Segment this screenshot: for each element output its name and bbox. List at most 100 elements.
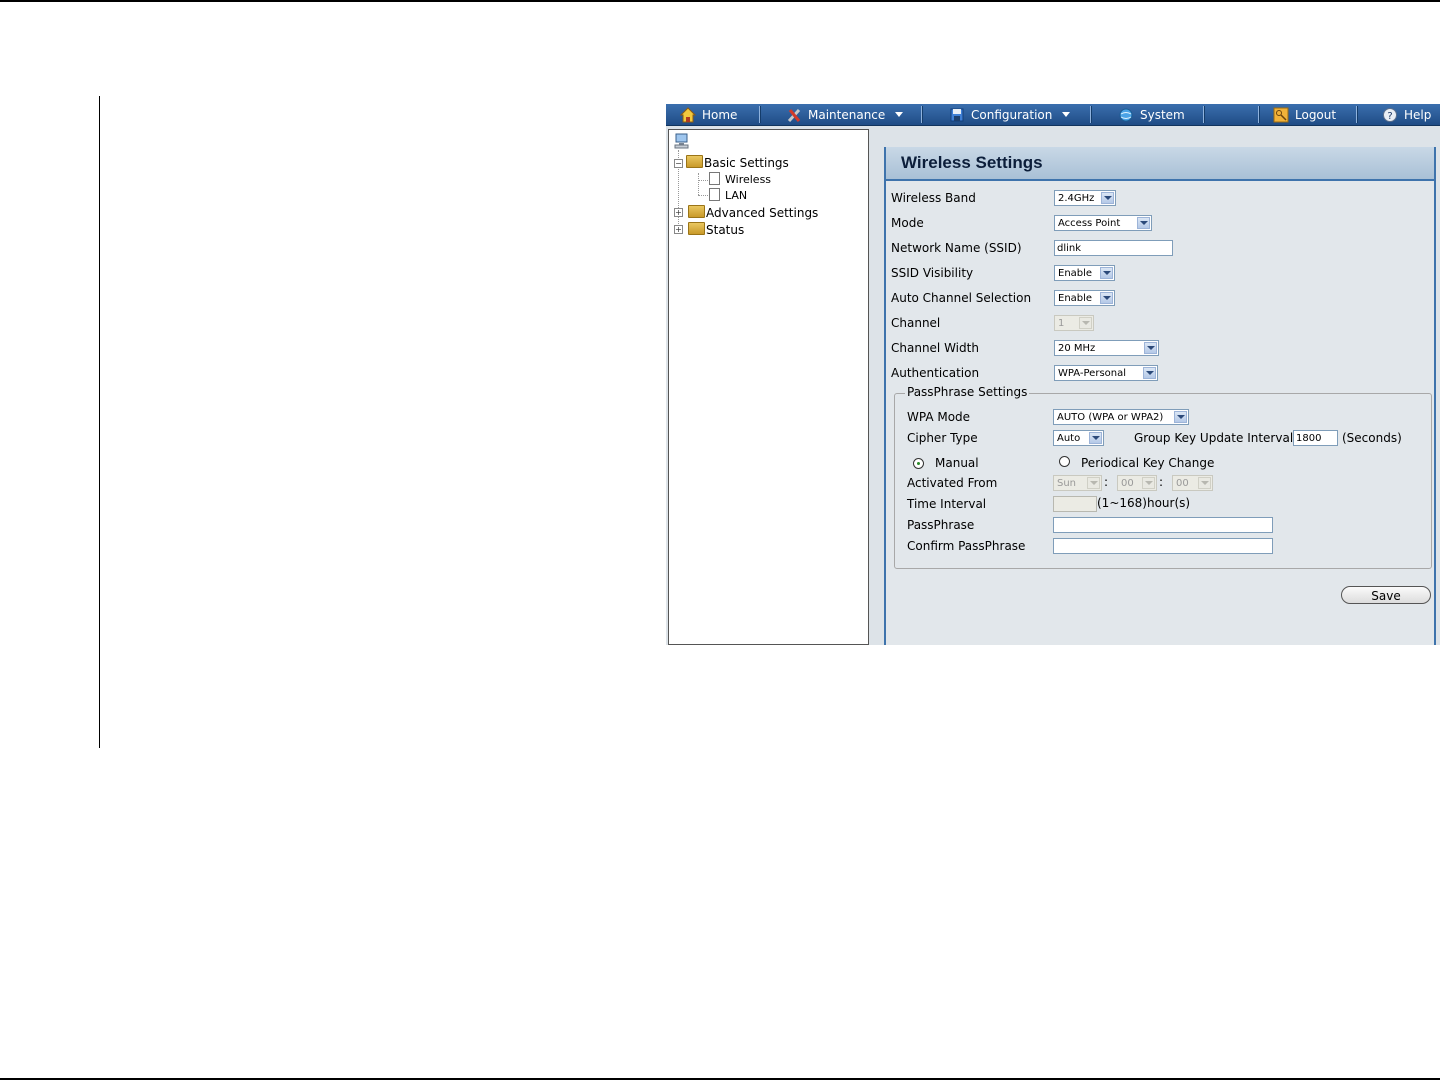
tree-item-advanced-settings-label: Advanced Settings: [706, 206, 819, 220]
chevron-down-icon: [1062, 112, 1071, 117]
menu-help-label: Help: [1404, 107, 1432, 122]
page-bottom-rule: [0, 1078, 1440, 1080]
folder-icon: [688, 205, 705, 218]
save-disk-icon: [949, 107, 965, 123]
group-key-input[interactable]: 1800: [1293, 430, 1338, 446]
expand-toggle[interactable]: +: [674, 225, 683, 234]
chevron-down-icon: [1137, 217, 1150, 229]
passphrase-settings-legend: PassPhrase Settings: [905, 385, 1030, 399]
group-key-unit: (Seconds): [1342, 431, 1402, 445]
folder-icon: [686, 155, 703, 168]
tree-item-lan-label: LAN: [725, 189, 748, 202]
wpa-mode-value: AUTO (WPA or WPA2): [1057, 412, 1164, 423]
channel-value: 1: [1058, 318, 1065, 329]
passphrase-input[interactable]: [1053, 517, 1273, 533]
svg-text:?: ?: [1387, 111, 1392, 122]
activated-minute-select: 00: [1172, 475, 1213, 491]
activated-minute-value: 00: [1176, 478, 1189, 489]
manual-label: Manual: [935, 456, 979, 470]
page-title: Wireless Settings: [901, 153, 1043, 172]
key-icon: [1273, 107, 1289, 123]
tree-line: [698, 195, 708, 196]
ssid-visibility-select[interactable]: Enable: [1054, 265, 1115, 281]
group-key-value: 1800: [1296, 433, 1322, 444]
authentication-label: Authentication: [891, 366, 980, 380]
menu-maintenance-label: Maintenance: [808, 107, 886, 122]
tools-icon: [786, 107, 802, 123]
mode-value: Access Point: [1058, 218, 1121, 229]
time-interval-label: Time Interval: [907, 497, 987, 511]
menu-system[interactable]: System: [1118, 104, 1185, 125]
activated-from-label: Activated From: [907, 476, 998, 490]
periodical-radio[interactable]: [1059, 456, 1070, 467]
tree-item-basic-settings[interactable]: Basic Settings: [686, 155, 789, 170]
folder-icon: [688, 222, 705, 235]
wpa-mode-label: WPA Mode: [907, 410, 971, 424]
ssid-visibility-label: SSID Visibility: [891, 266, 974, 280]
menu-configuration[interactable]: Configuration: [949, 104, 1071, 125]
time-interval-input: [1053, 496, 1097, 512]
menu-home-label: Home: [702, 107, 738, 122]
cipher-type-select[interactable]: Auto: [1053, 430, 1104, 446]
menu-divider: [759, 106, 761, 123]
activated-day-value: Sun: [1057, 478, 1077, 489]
menu-configuration-label: Configuration: [971, 107, 1053, 122]
menu-divider: [1356, 106, 1358, 123]
chevron-down-icon: [1144, 342, 1157, 354]
chevron-down-icon: [1100, 267, 1113, 279]
page-icon: [709, 188, 720, 201]
ssid-input[interactable]: dlink: [1054, 240, 1173, 256]
expand-toggle[interactable]: +: [674, 208, 683, 217]
tree-line: [698, 173, 699, 195]
auto-channel-select[interactable]: Enable: [1054, 290, 1115, 306]
chevron-down-icon: [1143, 367, 1156, 379]
channel-label: Channel: [891, 316, 941, 330]
menu-logout-label: Logout: [1295, 107, 1337, 122]
device-web-ui: Home Maintenance Configuration System Lo…: [666, 104, 1440, 645]
channel-width-label: Channel Width: [891, 341, 979, 355]
page-top-rule: [0, 0, 1440, 2]
menu-divider: [921, 106, 923, 123]
menu-logout[interactable]: Logout: [1273, 104, 1336, 125]
help-icon: ?: [1382, 107, 1398, 123]
cipher-type-label: Cipher Type: [907, 431, 978, 445]
tree-item-advanced-settings[interactable]: Advanced Settings: [688, 205, 818, 220]
periodical-label: Periodical Key Change: [1081, 456, 1215, 470]
time-separator: :: [1104, 475, 1109, 489]
passphrase-settings-group: PassPhrase Settings WPA Mode AUTO (WPA o…: [894, 385, 1432, 569]
time-interval-unit: (1~168)hour(s): [1097, 496, 1191, 510]
wireless-settings-panel: Wireless Settings Wireless Band 2.4GHz M…: [884, 147, 1436, 645]
authentication-value: WPA-Personal: [1058, 368, 1127, 379]
tree-item-wireless[interactable]: Wireless: [709, 172, 771, 186]
menu-divider: [1090, 106, 1092, 123]
home-icon: [679, 106, 697, 123]
wireless-band-select[interactable]: 2.4GHz: [1054, 190, 1116, 206]
confirm-passphrase-input[interactable]: [1053, 538, 1273, 554]
chevron-down-icon: [1101, 192, 1114, 204]
collapse-toggle[interactable]: −: [674, 159, 683, 168]
menu-divider: [1203, 106, 1205, 123]
menu-home[interactable]: Home: [679, 104, 738, 125]
tree-item-lan[interactable]: LAN: [709, 188, 747, 202]
tree-item-status[interactable]: Status: [688, 222, 744, 237]
chevron-down-icon: [1198, 477, 1211, 489]
menu-maintenance[interactable]: Maintenance: [786, 104, 904, 125]
ssid-visibility-value: Enable: [1058, 268, 1093, 279]
time-separator: :: [1159, 475, 1164, 489]
chevron-down-icon: [895, 112, 904, 117]
mode-select[interactable]: Access Point: [1054, 215, 1152, 231]
page-icon: [709, 172, 720, 185]
confirm-passphrase-label: Confirm PassPhrase: [907, 539, 1026, 553]
menu-help[interactable]: ? Help: [1382, 104, 1431, 125]
menu-divider: [1258, 106, 1260, 123]
tree-item-wireless-label: Wireless: [725, 173, 772, 186]
manual-radio[interactable]: [913, 458, 924, 469]
save-button[interactable]: Save: [1341, 586, 1431, 604]
auto-channel-label: Auto Channel Selection: [891, 291, 1032, 305]
authentication-select[interactable]: WPA-Personal: [1054, 365, 1158, 381]
panel-header: Wireless Settings: [886, 147, 1434, 181]
ssid-value: dlink: [1057, 243, 1082, 254]
wpa-mode-select[interactable]: AUTO (WPA or WPA2): [1053, 409, 1189, 425]
channel-width-select[interactable]: 20 MHz: [1054, 340, 1159, 356]
top-menu-bar: Home Maintenance Configuration System Lo…: [666, 104, 1440, 126]
